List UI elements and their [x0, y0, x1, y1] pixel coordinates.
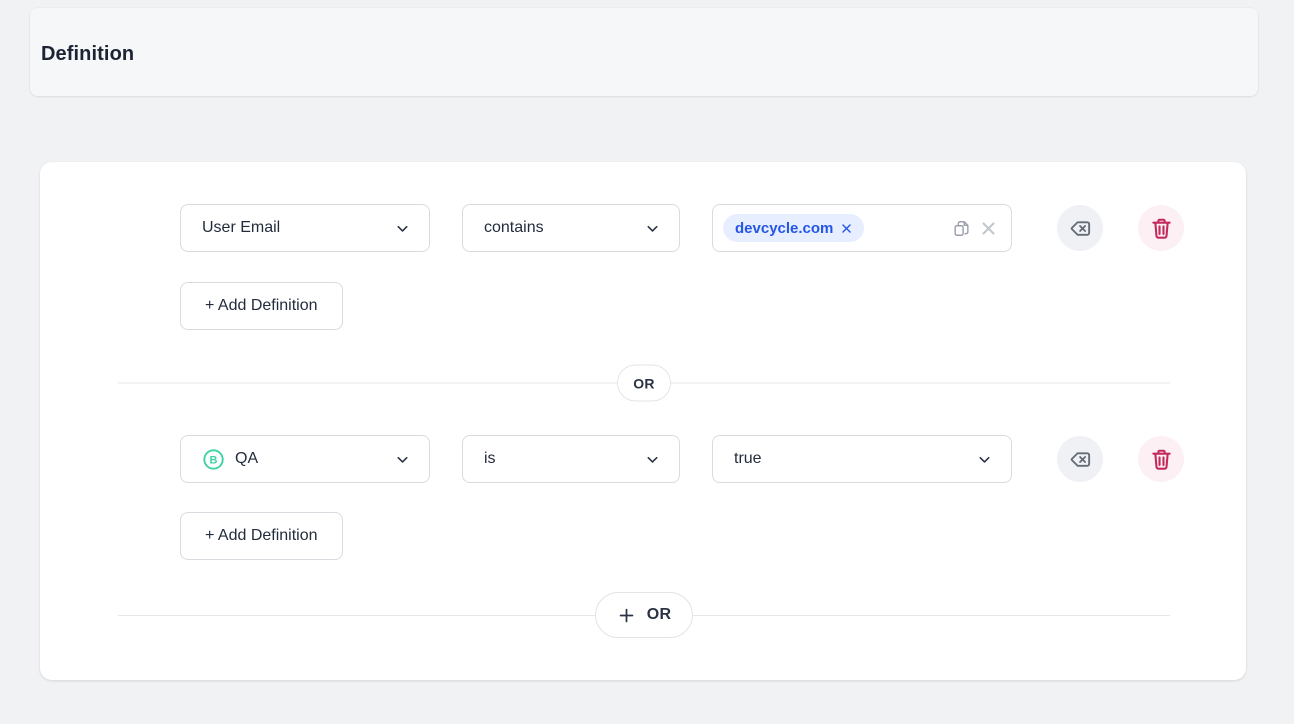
- svg-text:B: B: [210, 454, 218, 466]
- delete-row-button[interactable]: [1138, 205, 1184, 251]
- clear-icon[interactable]: [980, 220, 997, 237]
- copy-icon[interactable]: [952, 219, 971, 238]
- comparator-select[interactable]: contains: [462, 204, 680, 252]
- comparator-select[interactable]: is: [462, 435, 680, 483]
- or-divider: OR: [118, 365, 1170, 402]
- divider-line: [118, 383, 617, 384]
- chevron-down-icon: [394, 451, 411, 468]
- add-or-button[interactable]: OR: [595, 592, 694, 638]
- chevron-down-icon: [644, 451, 661, 468]
- property-select-value: QA: [235, 450, 258, 468]
- property-select-value: User Email: [202, 219, 280, 237]
- comparator-select-value: is: [484, 450, 496, 468]
- value-select[interactable]: true: [712, 435, 1012, 483]
- property-select[interactable]: User Email: [180, 204, 430, 252]
- add-or-label: OR: [647, 606, 672, 624]
- backspace-icon: [1068, 447, 1093, 472]
- definition-row: B QA is true: [180, 435, 1184, 483]
- backspace-button[interactable]: [1057, 205, 1103, 251]
- divider-line: [671, 383, 1170, 384]
- value-select-value: true: [734, 450, 762, 468]
- value-tags-input[interactable]: devcycle.com: [712, 204, 1012, 252]
- chevron-down-icon: [644, 220, 661, 237]
- plus-icon: [617, 606, 636, 625]
- definition-section-header: Definition: [30, 8, 1258, 96]
- value-tag: devcycle.com: [723, 214, 864, 242]
- chevron-down-icon: [394, 220, 411, 237]
- definition-card: User Email contains devcycle.com: [40, 162, 1246, 680]
- page-title: Definition: [41, 43, 134, 66]
- or-badge: OR: [617, 365, 671, 402]
- add-definition-button[interactable]: + Add Definition: [180, 282, 343, 330]
- backspace-icon: [1068, 216, 1093, 241]
- divider-line: [118, 615, 595, 616]
- remove-tag-icon[interactable]: [840, 222, 853, 235]
- backspace-button[interactable]: [1057, 436, 1103, 482]
- divider-line: [693, 615, 1170, 616]
- delete-row-button[interactable]: [1138, 436, 1184, 482]
- trash-icon: [1149, 447, 1174, 472]
- definition-row: User Email contains devcycle.com: [180, 204, 1184, 252]
- property-select[interactable]: B QA: [180, 435, 430, 483]
- chevron-down-icon: [976, 451, 993, 468]
- add-or-divider: OR: [118, 592, 1170, 638]
- boolean-b-icon: B: [202, 448, 225, 471]
- trash-icon: [1149, 216, 1174, 241]
- add-definition-button[interactable]: + Add Definition: [180, 512, 343, 560]
- comparator-select-value: contains: [484, 219, 544, 237]
- value-tag-label: devcycle.com: [735, 220, 833, 237]
